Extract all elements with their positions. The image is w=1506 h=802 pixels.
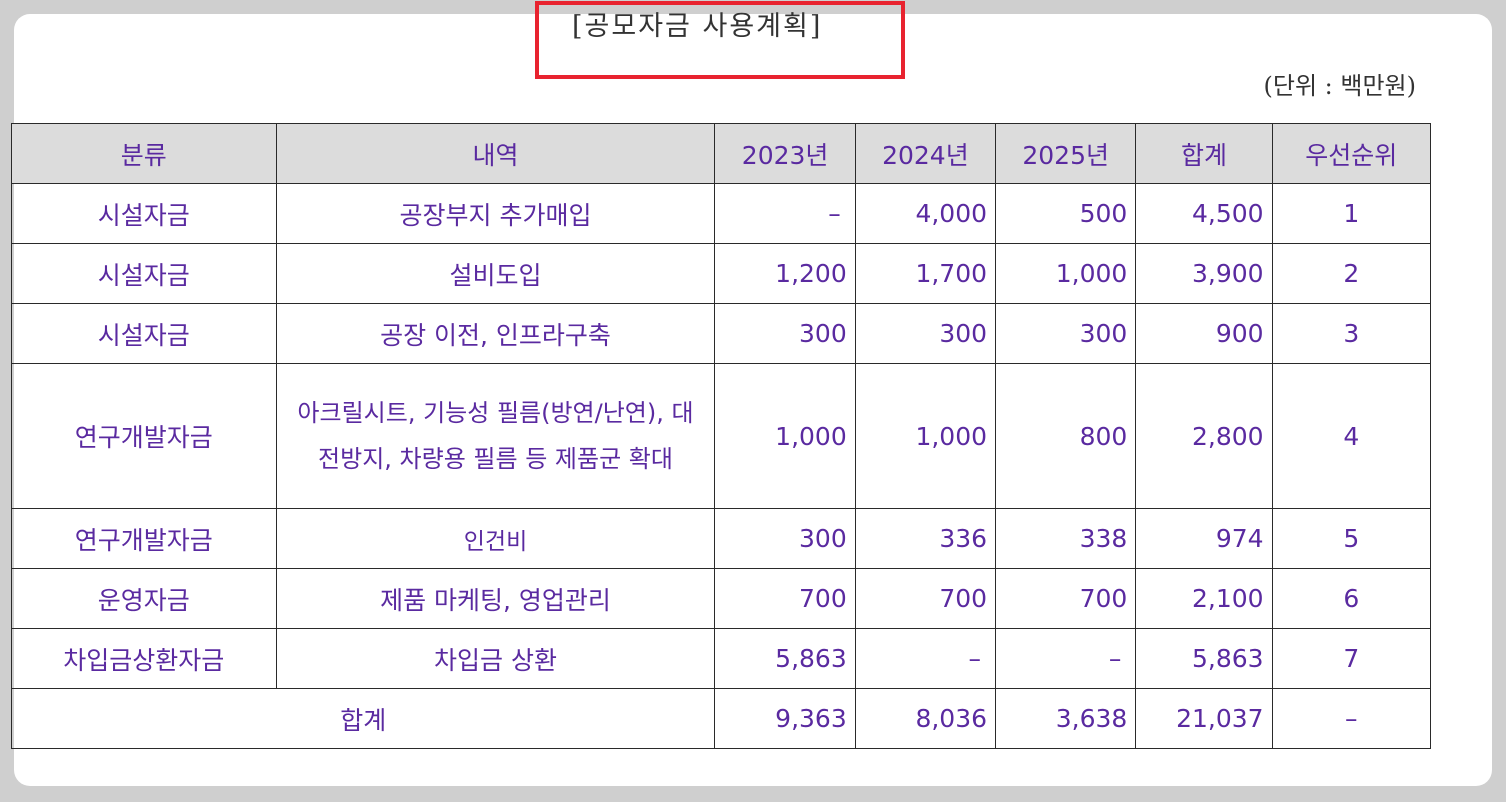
cell-description: 공장 이전, 인프라구축 xyxy=(275,303,716,364)
cell-category: 연구개발자금 xyxy=(11,363,277,509)
cell-description: 설비도입 xyxy=(275,243,716,304)
cell-category: 시설자금 xyxy=(11,243,277,304)
table-row: 시설자금 설비도입 1,200 1,700 1,000 3,900 2 xyxy=(11,243,1432,304)
table-row: 연구개발자금 아크릴시트, 기능성 필름(방연/난연), 대전방지, 차량용 필… xyxy=(11,363,1432,509)
cell-total: 2,800 xyxy=(1135,363,1273,509)
cell-category: 시설자금 xyxy=(11,303,277,364)
total-sum: 21,037 xyxy=(1135,688,1273,749)
total-2024: 8,036 xyxy=(854,688,997,749)
cell-2024: 336 xyxy=(854,508,997,569)
cell-priority: 1 xyxy=(1271,183,1432,244)
cell-2023: 1,000 xyxy=(714,363,856,509)
cell-2024: 1,700 xyxy=(854,243,997,304)
table-row: 시설자금 공장 이전, 인프라구축 300 300 300 900 3 xyxy=(11,303,1432,364)
cell-2023: 1,200 xyxy=(714,243,856,304)
unit-label: (단위 : 백만원) xyxy=(1263,72,1416,100)
header-2025: 2025년 xyxy=(995,123,1137,184)
cell-2024: 4,000 xyxy=(854,183,997,244)
cell-2023: 300 xyxy=(714,508,856,569)
cell-total: 3,900 xyxy=(1135,243,1273,304)
title-highlight-box xyxy=(535,1,905,79)
table-row: 시설자금 공장부지 추가매입 – 4,000 500 4,500 1 xyxy=(11,183,1432,244)
cell-description: 차입금 상환 xyxy=(275,628,716,689)
header-priority: 우선순위 xyxy=(1271,123,1432,184)
table-header-row: 분류 내역 2023년 2024년 2025년 합계 우선순위 xyxy=(11,123,1432,184)
cell-2024: 700 xyxy=(854,568,997,629)
cell-priority: 3 xyxy=(1271,303,1432,364)
cell-2025: 500 xyxy=(995,183,1137,244)
cell-description: 공장부지 추가매입 xyxy=(275,183,716,244)
cell-2025: 338 xyxy=(995,508,1137,569)
cell-total: 5,863 xyxy=(1135,628,1273,689)
cell-2023: 700 xyxy=(714,568,856,629)
cell-2023: – xyxy=(714,183,856,244)
cell-2025: – xyxy=(995,628,1137,689)
cell-2023: 300 xyxy=(714,303,856,364)
cell-2024: 1,000 xyxy=(854,363,997,509)
cell-description: 제품 마케팅, 영업관리 xyxy=(275,568,716,629)
cell-category: 연구개발자금 xyxy=(11,508,277,569)
cell-total: 2,100 xyxy=(1135,568,1273,629)
fund-usage-table: 분류 내역 2023년 2024년 2025년 합계 우선순위 시설자금 공장부… xyxy=(10,123,1432,749)
cell-2023: 5,863 xyxy=(714,628,856,689)
total-2023: 9,363 xyxy=(714,688,856,749)
cell-total: 900 xyxy=(1135,303,1273,364)
cell-priority: 7 xyxy=(1271,628,1432,689)
table-row: 연구개발자금 인건비 300 336 338 974 5 xyxy=(11,508,1432,569)
total-priority: – xyxy=(1271,688,1432,749)
cell-priority: 4 xyxy=(1271,363,1432,509)
cell-category: 차입금상환자금 xyxy=(11,628,277,689)
cell-2025: 800 xyxy=(995,363,1137,509)
total-2025: 3,638 xyxy=(995,688,1137,749)
cell-2025: 700 xyxy=(995,568,1137,629)
cell-category: 시설자금 xyxy=(11,183,277,244)
cell-priority: 5 xyxy=(1271,508,1432,569)
header-total: 합계 xyxy=(1135,123,1273,184)
cell-2024: – xyxy=(854,628,997,689)
total-label: 합계 xyxy=(10,688,716,749)
table-row: 차입금상환자금 차입금 상환 5,863 – – 5,863 7 xyxy=(11,628,1432,689)
cell-description: 인건비 xyxy=(275,508,716,569)
cell-2025: 1,000 xyxy=(995,243,1137,304)
cell-priority: 2 xyxy=(1271,243,1432,304)
cell-2024: 300 xyxy=(854,303,997,364)
table-total-row: 합계 9,363 8,036 3,638 21,037 – xyxy=(10,688,1432,749)
header-description: 내역 xyxy=(275,123,716,184)
header-2023: 2023년 xyxy=(714,123,856,184)
cell-total: 974 xyxy=(1135,508,1273,569)
cell-description: 아크릴시트, 기능성 필름(방연/난연), 대전방지, 차량용 필름 등 제품군… xyxy=(275,363,716,509)
header-2024: 2024년 xyxy=(854,123,997,184)
header-category: 분류 xyxy=(11,123,277,184)
cell-2025: 300 xyxy=(995,303,1137,364)
cell-total: 4,500 xyxy=(1135,183,1273,244)
cell-priority: 6 xyxy=(1271,568,1432,629)
table-row: 운영자금 제품 마케팅, 영업관리 700 700 700 2,100 6 xyxy=(11,568,1432,629)
cell-category: 운영자금 xyxy=(11,568,277,629)
